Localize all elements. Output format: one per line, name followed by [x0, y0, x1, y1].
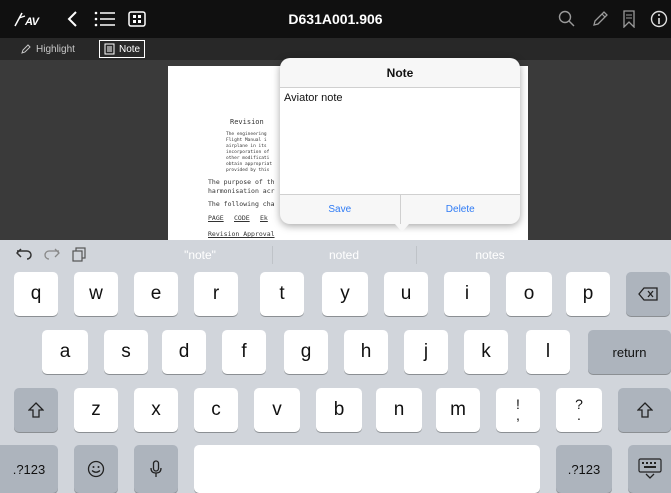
save-button[interactable]: Save	[280, 195, 400, 224]
search-icon[interactable]	[556, 0, 578, 38]
revision-approval: Revision Approval	[208, 230, 275, 238]
popover-arrow	[395, 224, 409, 232]
para1-line: incorporation of	[226, 150, 270, 155]
para1-line: The engineering	[226, 132, 267, 137]
key-question-period-label: ? .	[575, 397, 583, 423]
note-tool-button[interactable]: Note	[99, 40, 146, 58]
note-icon	[104, 43, 115, 55]
screen: { "topbar": { "logo": "AV", "doc_title":…	[0, 0, 671, 493]
key-o[interactable]: o	[506, 272, 552, 316]
space-bar[interactable]	[194, 445, 540, 493]
annotation-toolbar: Highlight Note	[0, 38, 671, 60]
numbers-key-left[interactable]: .?123	[0, 445, 58, 493]
key-c[interactable]: c	[194, 388, 238, 432]
para1-line: other modificati	[226, 156, 270, 161]
key-n[interactable]: n	[376, 388, 422, 432]
para2-line: harmonisation acr	[208, 187, 275, 195]
key-y[interactable]: y	[322, 272, 368, 316]
return-key[interactable]: return	[588, 330, 671, 374]
numbers-key-right[interactable]: .?123	[556, 445, 612, 493]
key-z[interactable]: z	[74, 388, 118, 432]
key-exclamation-comma-label: ! ,	[516, 397, 520, 423]
redo-icon[interactable]	[44, 247, 60, 265]
logo-text: AV	[24, 16, 41, 28]
divider	[416, 246, 417, 264]
highlight-pen-icon	[21, 44, 31, 54]
key-w[interactable]: w	[74, 272, 118, 316]
para1-line: provided by this	[226, 168, 270, 173]
key-q[interactable]: q	[14, 272, 58, 316]
aviator-logo-icon[interactable]: AV	[12, 0, 52, 38]
back-icon[interactable]	[62, 0, 82, 38]
pencil-icon[interactable]	[589, 0, 611, 38]
key-a[interactable]: a	[42, 330, 88, 374]
key-lower-char: .	[577, 407, 581, 423]
para3-line: The following cha	[208, 200, 275, 208]
info-icon[interactable]	[648, 0, 670, 38]
key-t[interactable]: t	[260, 272, 304, 316]
section-heading: Revision	[230, 118, 264, 126]
top-bar: AV D631A001.906	[0, 0, 671, 38]
key-g[interactable]: g	[284, 330, 328, 374]
delete-key[interactable]	[626, 272, 670, 316]
note-label: Note	[119, 43, 141, 55]
key-p[interactable]: p	[566, 272, 610, 316]
key-j[interactable]: j	[404, 330, 448, 374]
note-popover: Note Aviator note Save Delete	[280, 58, 520, 224]
microphone-icon	[150, 460, 162, 477]
note-popover-title: Note	[280, 58, 520, 88]
key-d[interactable]: d	[162, 330, 206, 374]
suggestion-item[interactable]: "note"	[130, 243, 270, 267]
dismiss-keyboard-key[interactable]	[628, 445, 671, 493]
key-k[interactable]: k	[464, 330, 508, 374]
suggestion-bar: "note" noted notes	[0, 240, 671, 270]
bookmark-icon[interactable]	[618, 0, 640, 38]
onscreen-keyboard: "note" noted notes q w e r t y u i o p a…	[0, 240, 671, 493]
shift-key-left[interactable]	[14, 388, 58, 432]
shift-icon	[28, 402, 44, 418]
key-r[interactable]: r	[194, 272, 238, 316]
para1-line: Flight Manual i	[226, 138, 267, 143]
shift-key-right[interactable]	[618, 388, 671, 432]
para2-line: The purpose of th	[208, 178, 275, 186]
aviator-logo-svg: AV	[14, 12, 41, 28]
suggestion-item[interactable]: noted	[274, 243, 414, 267]
delete-button[interactable]: Delete	[401, 195, 521, 224]
paste-icon[interactable]	[72, 247, 86, 266]
key-i[interactable]: i	[444, 272, 490, 316]
highlight-tool-button[interactable]: Highlight	[20, 41, 75, 57]
emoji-icon	[87, 460, 105, 478]
key-e[interactable]: e	[134, 272, 178, 316]
undo-icon[interactable]	[15, 247, 32, 265]
dictation-key[interactable]	[134, 445, 178, 493]
key-x[interactable]: x	[134, 388, 178, 432]
note-text-area[interactable]: Aviator note	[280, 88, 520, 194]
key-h[interactable]: h	[344, 330, 388, 374]
para1-line: obtain appropriat	[226, 162, 273, 167]
emoji-key[interactable]	[74, 445, 118, 493]
table-header-ek: Ek	[260, 214, 268, 222]
note-actions: Save Delete	[280, 194, 520, 224]
key-lower-char: ,	[516, 407, 520, 423]
table-header-page: PAGE	[208, 214, 224, 222]
divider	[272, 246, 273, 264]
key-m[interactable]: m	[436, 388, 480, 432]
backspace-icon	[638, 287, 658, 301]
key-l[interactable]: l	[526, 330, 570, 374]
shift-icon	[636, 402, 653, 418]
para1-line: airplane in its	[226, 144, 267, 149]
thumbnail-grid-icon[interactable]	[126, 0, 148, 38]
key-exclamation-comma[interactable]: ! ,	[496, 388, 540, 432]
table-header-code: CODE	[234, 214, 250, 222]
highlight-label: Highlight	[36, 43, 75, 55]
key-b[interactable]: b	[316, 388, 362, 432]
key-s[interactable]: s	[104, 330, 148, 374]
list-icon[interactable]	[94, 0, 116, 38]
keyboard-dismiss-icon	[637, 458, 662, 479]
key-v[interactable]: v	[254, 388, 300, 432]
suggestion-item[interactable]: notes	[418, 243, 562, 267]
key-u[interactable]: u	[384, 272, 428, 316]
key-question-period[interactable]: ? .	[556, 388, 602, 432]
key-f[interactable]: f	[222, 330, 266, 374]
